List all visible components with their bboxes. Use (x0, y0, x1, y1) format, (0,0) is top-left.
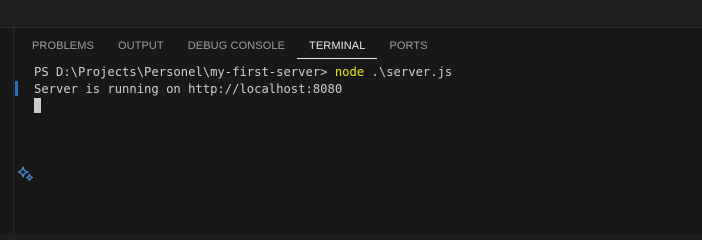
panel-tabs: PROBLEMS OUTPUT DEBUG CONSOLE TERMINAL P… (20, 37, 440, 59)
sparkle-icon[interactable] (17, 166, 34, 182)
activity-gutter (0, 28, 14, 234)
vscode-window: PROBLEMS OUTPUT DEBUG CONSOLE TERMINAL P… (0, 0, 702, 234)
sparkle-icon-graphic (17, 166, 34, 182)
tab-ports[interactable]: PORTS (377, 37, 439, 58)
terminal-command: node (334, 65, 365, 79)
terminal-output[interactable]: PS D:\Projects\Personel\my-first-server>… (34, 64, 452, 115)
tab-debug-console[interactable]: DEBUG CONSOLE (176, 37, 297, 58)
command-decoration[interactable] (15, 81, 18, 96)
tab-problems[interactable]: PROBLEMS (20, 37, 106, 58)
editor-area (0, 0, 702, 28)
tab-output[interactable]: OUTPUT (106, 37, 176, 58)
terminal-args: .\server.js (364, 65, 453, 79)
terminal-cursor (34, 98, 41, 113)
terminal-output-line: Server is running on http://localhost:80… (34, 82, 343, 96)
terminal-prompt: PS D:\Projects\Personel\my-first-server> (34, 65, 335, 79)
tab-terminal[interactable]: TERMINAL (297, 37, 378, 59)
